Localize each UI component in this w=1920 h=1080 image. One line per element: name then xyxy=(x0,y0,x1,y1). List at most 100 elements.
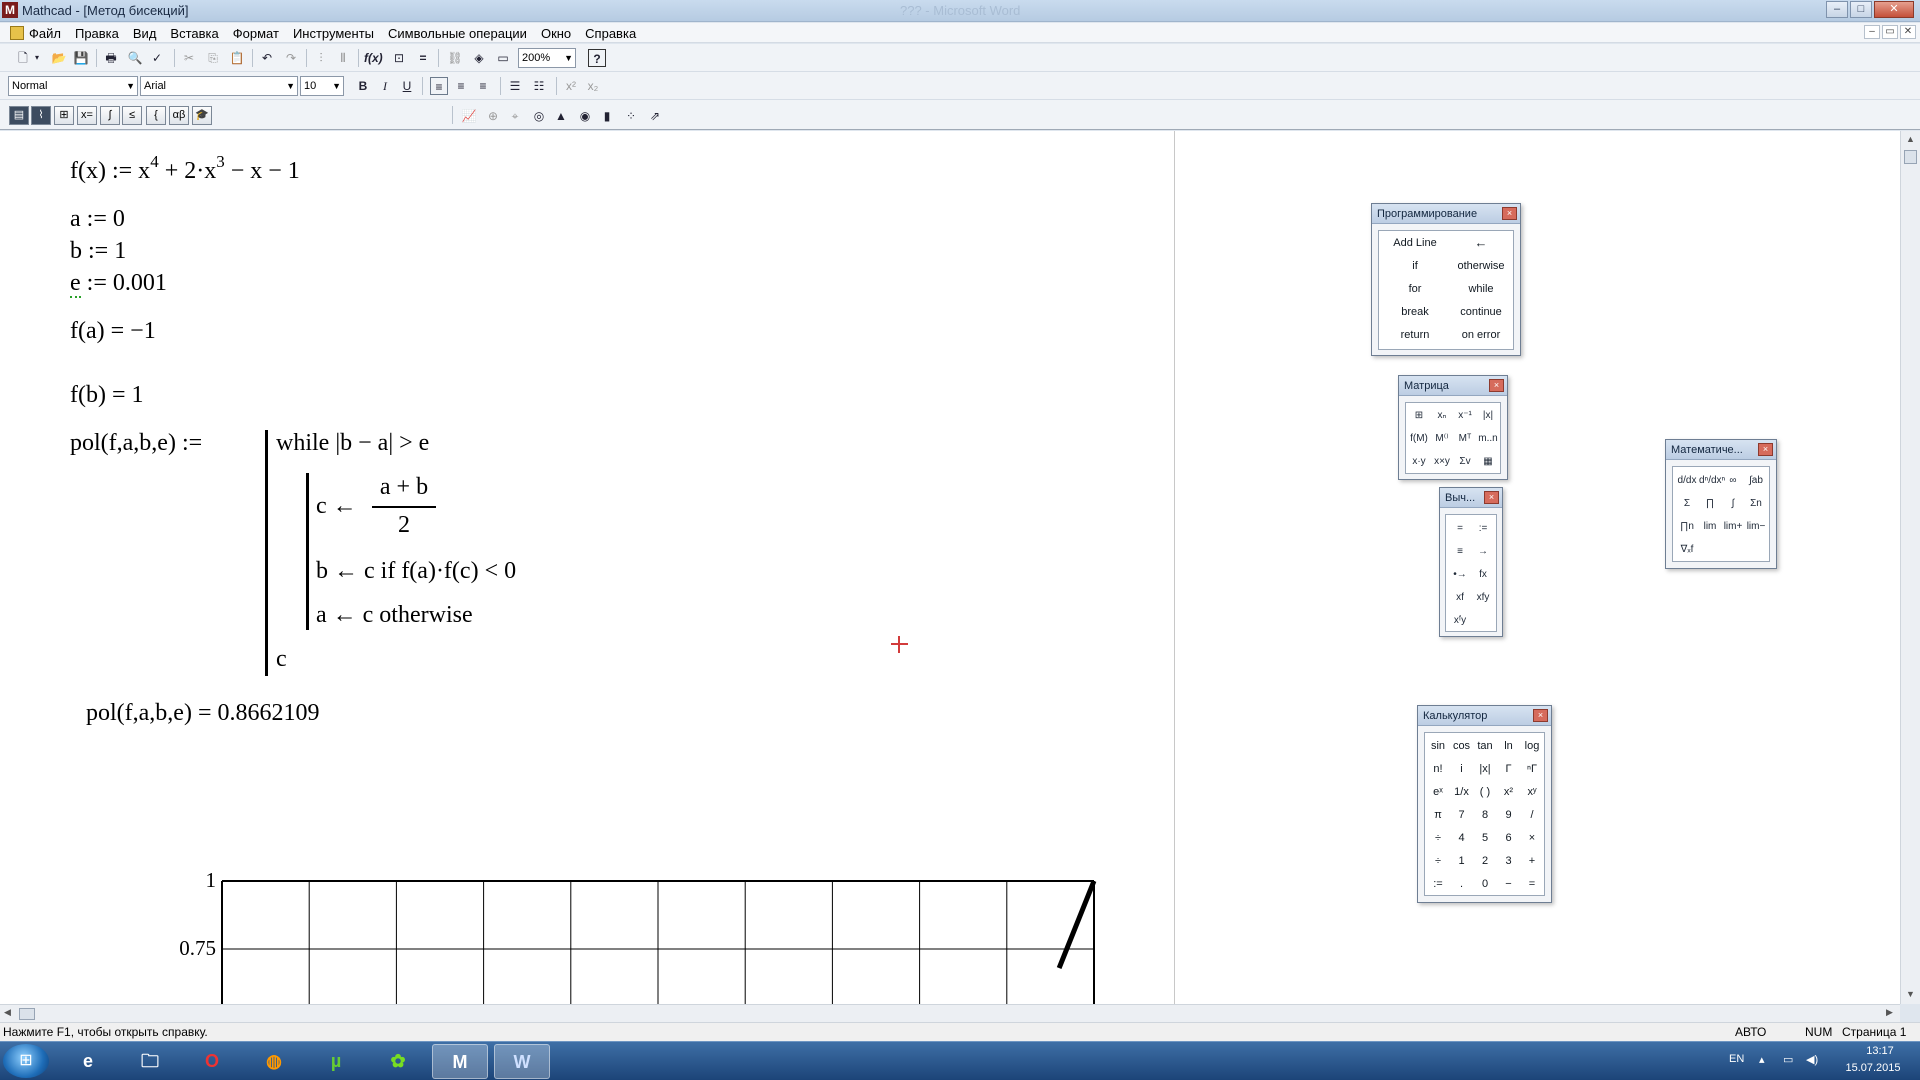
b-conditional-assignment[interactable]: b ← c if f(a)·f(c) < 0 xyxy=(316,558,516,585)
opera-icon[interactable]: O xyxy=(184,1044,240,1079)
picture-icon[interactable]: ▦ xyxy=(1478,452,1498,472)
doc-minimize-button[interactable]: – xyxy=(1864,25,1880,39)
menu-view[interactable]: Вид xyxy=(133,26,157,41)
calc-key-1-2[interactable]: |x| xyxy=(1474,759,1496,779)
contour-plot-icon[interactable]: ◉ xyxy=(576,107,594,125)
calculator-toolbar-icon[interactable]: ▤ xyxy=(9,106,29,125)
calc-key-5-3[interactable]: 3 xyxy=(1498,851,1520,871)
utorrent-icon[interactable]: µ xyxy=(308,1044,364,1079)
vectorize-icon[interactable]: f(M) xyxy=(1409,429,1429,449)
superscript-icon[interactable]: x² xyxy=(562,77,580,95)
help-button[interactable]: ? xyxy=(588,49,606,67)
calc-key-0-3[interactable]: ln xyxy=(1498,736,1520,756)
menu-window[interactable]: Окно xyxy=(541,26,571,41)
fa-evaluation[interactable]: f(a) = −1 xyxy=(70,318,156,345)
calc-key-6-1[interactable]: . xyxy=(1451,874,1473,894)
calc-key-3-2[interactable]: 8 xyxy=(1474,805,1496,825)
global-define-icon[interactable]: ≡ xyxy=(1449,542,1471,562)
numbered-list-icon[interactable]: ☷ xyxy=(530,77,548,95)
new-dropdown-icon[interactable]: ▾ xyxy=(32,49,42,67)
calc-key-3-4[interactable]: / xyxy=(1521,805,1543,825)
doc-close-button[interactable]: ✕ xyxy=(1900,25,1916,39)
save-icon[interactable]: 💾 xyxy=(72,49,90,67)
right-limit-icon[interactable]: lim+ xyxy=(1722,517,1744,537)
calc-key-1-4[interactable]: ⁿΓ xyxy=(1521,759,1543,779)
cut-icon[interactable]: ✂ xyxy=(180,49,198,67)
calc-key-1-3[interactable]: Γ xyxy=(1498,759,1520,779)
icq-icon[interactable]: ✿ xyxy=(370,1044,426,1079)
mathcad-app-icon[interactable]: M xyxy=(2,2,18,18)
calc-key-5-0[interactable]: ÷ xyxy=(1427,851,1449,871)
calculus-toolbar-icon[interactable]: ∫ xyxy=(100,106,120,125)
insert-hyperlink-icon[interactable]: ⛓ xyxy=(446,49,464,67)
calculate-icon[interactable]: = xyxy=(414,49,432,67)
language-indicator[interactable]: EN xyxy=(1729,1053,1744,1065)
c-assignment[interactable]: c ← xyxy=(316,493,357,520)
definite-integral-icon[interactable]: ∫ab xyxy=(1745,471,1767,491)
close-icon[interactable]: × xyxy=(1502,207,1517,220)
firefox-icon[interactable]: ◍ xyxy=(246,1044,302,1079)
subscript-icon[interactable]: x₂ xyxy=(584,77,602,95)
italic-button[interactable]: I xyxy=(376,77,394,95)
polar-plot-icon[interactable]: ◎ xyxy=(530,107,548,125)
redo-icon[interactable]: ↷ xyxy=(282,49,300,67)
symbolic-toolbar-icon[interactable]: 🎓 xyxy=(192,106,212,125)
insert-unit-icon[interactable]: ⊡ xyxy=(390,49,408,67)
open-folder-icon[interactable]: 📂 xyxy=(50,49,68,67)
vertical-scroll-thumb[interactable] xyxy=(1904,150,1917,164)
document-icon[interactable] xyxy=(10,26,24,40)
vector-sum-icon[interactable]: Σv xyxy=(1455,452,1475,472)
gradient-icon[interactable]: ∇ₓf xyxy=(1676,540,1698,560)
clock-date[interactable]: 15.07.2015 xyxy=(1838,1062,1908,1074)
cross-product-icon[interactable]: x×y xyxy=(1432,452,1452,472)
if-button[interactable]: if xyxy=(1382,260,1448,272)
maximize-button[interactable]: □ xyxy=(1850,1,1872,18)
horizontal-scroll-thumb[interactable] xyxy=(19,1008,35,1020)
print-icon[interactable]: 🖶 xyxy=(102,49,120,67)
doc-restore-button[interactable]: ▭ xyxy=(1882,25,1898,39)
volume-icon[interactable]: ◀) xyxy=(1806,1053,1818,1066)
infix-operator-icon[interactable]: xfy xyxy=(1472,588,1494,608)
calc-key-2-4[interactable]: xʸ xyxy=(1521,782,1543,802)
evaluation-palette-title[interactable]: Выч... × xyxy=(1440,488,1502,508)
b-definition[interactable]: b := 1 xyxy=(70,238,126,265)
graph-toolbar-icon[interactable]: ⌇ xyxy=(31,106,51,125)
calc-key-2-2[interactable]: ( ) xyxy=(1474,782,1496,802)
mathcad-icon[interactable]: M xyxy=(432,1044,488,1079)
calc-key-4-3[interactable]: 6 xyxy=(1498,828,1520,848)
calc-key-0-1[interactable]: cos xyxy=(1451,736,1473,756)
boolean-toolbar-icon[interactable]: ≤ xyxy=(122,106,142,125)
calc-key-5-4[interactable]: + xyxy=(1521,851,1543,871)
insert-function-icon[interactable]: f(x) xyxy=(364,49,383,67)
continue-button[interactable]: continue xyxy=(1448,306,1514,318)
horizontal-scrollbar[interactable]: ◀ ▶ xyxy=(0,1004,1900,1022)
internet-explorer-icon[interactable]: e xyxy=(60,1044,116,1079)
underline-button[interactable]: U xyxy=(398,77,416,95)
menu-help[interactable]: Справка xyxy=(585,26,636,41)
matrix-grid-icon[interactable]: ⊞ xyxy=(1409,406,1429,426)
on-error-button[interactable]: on error xyxy=(1448,329,1514,341)
spellcheck-icon[interactable]: ✓ xyxy=(148,49,166,67)
indefinite-integral-icon[interactable]: ∫ xyxy=(1722,494,1744,514)
derivative-icon[interactable]: d/dx xyxy=(1676,471,1698,491)
treefix-operator-icon[interactable]: xᶠy xyxy=(1449,611,1471,631)
fb-evaluation[interactable]: f(b) = 1 xyxy=(70,382,144,409)
close-icon[interactable]: × xyxy=(1758,443,1773,456)
print-preview-icon[interactable]: 🔍 xyxy=(126,49,144,67)
matrix-toolbar-icon[interactable]: ⊞ xyxy=(54,106,74,125)
surface-plot-icon[interactable]: ▲ xyxy=(552,107,570,125)
bullet-list-icon[interactable]: ☰ xyxy=(506,77,524,95)
inverse-icon[interactable]: x⁻¹ xyxy=(1455,406,1475,426)
limit-icon[interactable]: lim xyxy=(1699,517,1721,537)
align-across-icon[interactable]: ⫶ xyxy=(312,49,330,67)
style-select[interactable]: Normal ▼ xyxy=(8,76,138,96)
define-icon[interactable]: := xyxy=(1472,519,1494,539)
matrix-palette-title[interactable]: Матрица × xyxy=(1399,376,1507,396)
zoom-plot-icon[interactable]: ⊕ xyxy=(484,107,502,125)
menu-tools[interactable]: Инструменты xyxy=(293,26,374,41)
calc-key-6-2[interactable]: 0 xyxy=(1474,874,1496,894)
calc-key-2-3[interactable]: x² xyxy=(1498,782,1520,802)
return-c[interactable]: c xyxy=(276,646,287,673)
while-statement[interactable]: while |b − a| > e xyxy=(276,430,429,457)
determinant-icon[interactable]: |x| xyxy=(1478,406,1498,426)
